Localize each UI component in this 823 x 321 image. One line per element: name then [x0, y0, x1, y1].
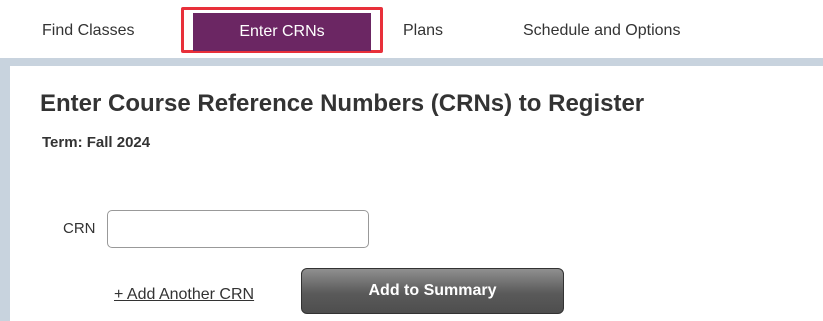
tab-enter-crns[interactable]: Enter CRNs: [193, 13, 371, 51]
crn-label: CRN: [63, 220, 96, 237]
add-to-summary-button[interactable]: Add to Summary: [301, 268, 564, 314]
tab-schedule-and-options[interactable]: Schedule and Options: [523, 22, 680, 40]
panel-left-border: [0, 58, 10, 321]
add-another-crn-link[interactable]: + Add Another CRN: [114, 286, 254, 304]
term-label: Term: Fall 2024: [42, 134, 151, 151]
tab-find-classes[interactable]: Find Classes: [42, 22, 134, 40]
crn-input[interactable]: [107, 210, 369, 248]
tab-plans[interactable]: Plans: [403, 22, 443, 40]
tab-bar: Find Classes Enter CRNs Plans Schedule a…: [0, 0, 823, 58]
page-title: Enter Course Reference Numbers (CRNs) to…: [40, 90, 645, 117]
